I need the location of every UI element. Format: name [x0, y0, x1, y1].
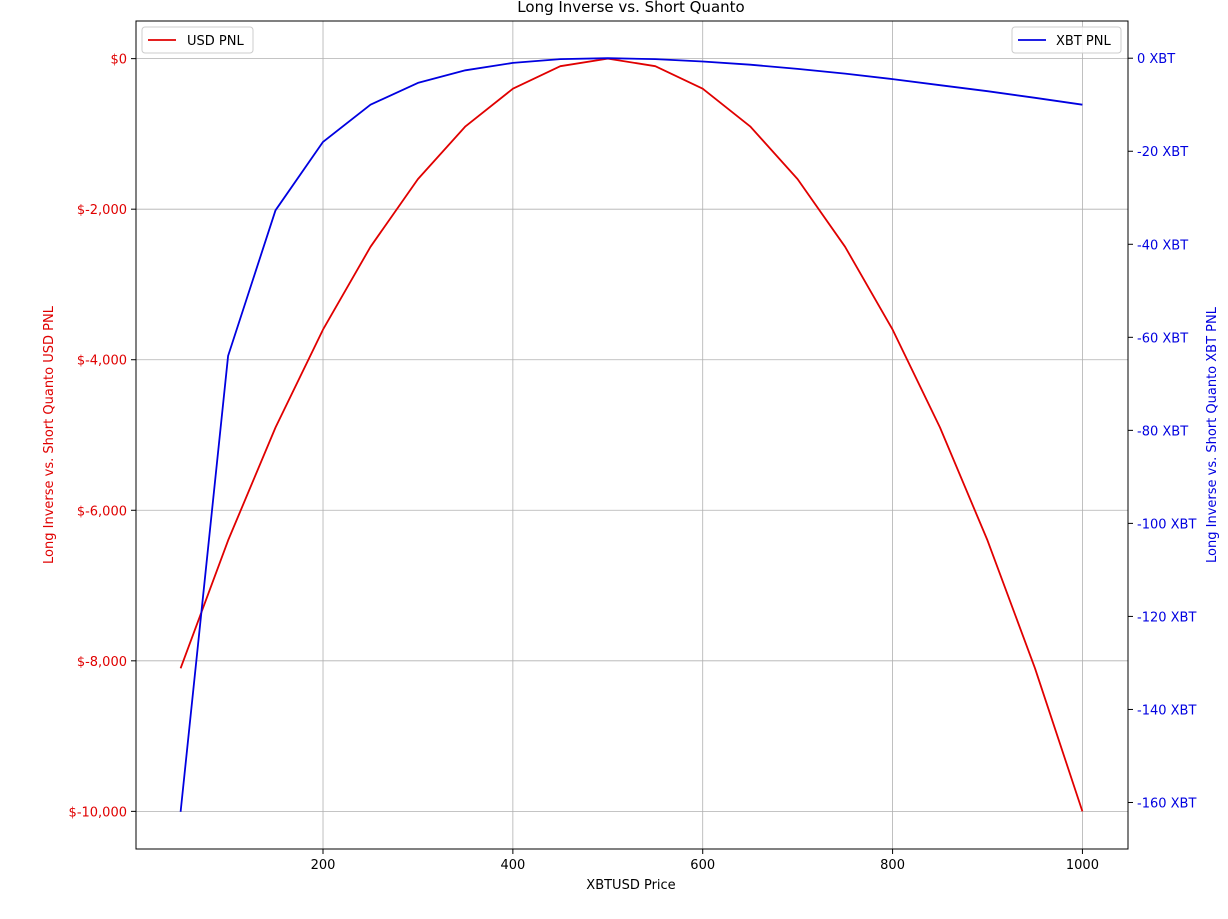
y-axis-label-left: Long Inverse vs. Short Quanto USD PNL [42, 305, 57, 564]
legend-usd: USD PNL [141, 26, 254, 54]
x-axis-label: XBTUSD Price [586, 878, 675, 893]
grid [136, 21, 1128, 849]
y-right-tick-label: -120 XBT [1137, 610, 1196, 625]
axis-ticks: 200 400 600 800 1000 $0 $-2,000 $-4,000 $-6,000 $… [69, 52, 1197, 873]
y-right-tick-label: 0 XBT [1137, 52, 1175, 67]
y-axis-label-right: Long Inverse vs. Short Quanto XBT PNL [1205, 306, 1220, 563]
usd-pnl-line [179, 57, 1084, 812]
x-tick-label: 400 [500, 858, 525, 873]
xbt-pnl-line [179, 57, 1083, 812]
legend-xbt: XBT PNL [1011, 26, 1122, 54]
legend-usd-label: USD PNL [187, 34, 244, 49]
y-left-tick-label: $-10,000 [69, 805, 127, 820]
y-left-tick-label: $-8,000 [77, 655, 127, 670]
data-lines [179, 57, 1084, 812]
chart-title: Long Inverse vs. Short Quanto [517, 0, 744, 16]
y-right-tick-label: -60 XBT [1137, 331, 1188, 346]
plot-frame [135, 20, 1129, 850]
y-left-tick-label: $-4,000 [77, 354, 127, 369]
chart: Long Inverse vs. Short Quanto 200 400 600 8… [42, 0, 1220, 893]
x-tick-label: 200 [311, 858, 336, 873]
y-left-tick-label: $-2,000 [77, 203, 127, 218]
y-right-tick-label: -40 XBT [1137, 238, 1188, 253]
y-right-tick-label: -140 XBT [1137, 703, 1196, 718]
legend-xbt-label: XBT PNL [1056, 34, 1111, 49]
y-right-tick-label: -20 XBT [1137, 145, 1188, 160]
x-tick-label: 600 [690, 858, 715, 873]
y-left-tick-label: $0 [110, 53, 127, 68]
x-tick-label: 1000 [1066, 858, 1099, 873]
y-right-tick-label: -100 XBT [1137, 517, 1196, 532]
y-right-tick-label: -80 XBT [1137, 424, 1188, 439]
x-tick-label: 800 [880, 858, 905, 873]
y-left-tick-label: $-6,000 [77, 504, 127, 519]
y-right-tick-label: -160 XBT [1137, 796, 1196, 811]
